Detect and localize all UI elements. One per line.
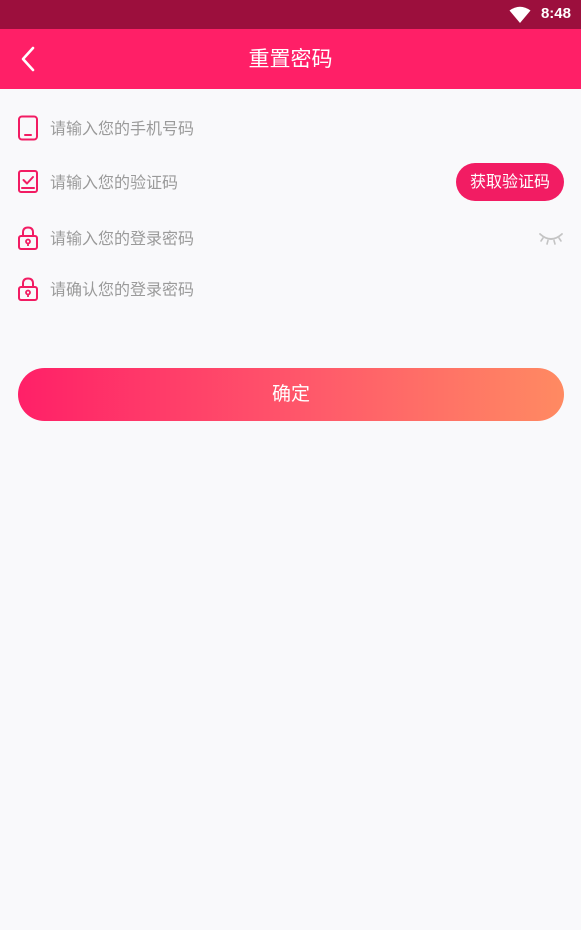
page-title: 重置密码 (248, 47, 333, 71)
confirm-password-input[interactable] (50, 274, 430, 304)
eye-closed-icon[interactable] (538, 229, 564, 247)
password-input[interactable] (50, 223, 430, 253)
confirm-password-field-row (0, 264, 581, 314)
lock-icon (18, 226, 38, 250)
code-input[interactable] (50, 167, 430, 197)
app-bar: 重置密码 (0, 29, 581, 89)
wifi-icon (509, 6, 531, 23)
verify-code-icon (18, 170, 38, 193)
phone-field-row (0, 103, 581, 153)
status-time: 8:48 (540, 5, 571, 22)
phone-icon (18, 115, 38, 141)
lock-icon (18, 277, 38, 301)
confirm-button[interactable]: 确定 (18, 368, 564, 421)
get-code-button[interactable]: 获取验证码 (456, 163, 564, 201)
phone-input[interactable] (50, 113, 430, 143)
status-bar: 8:48 (0, 0, 581, 29)
password-field-row (0, 213, 581, 263)
